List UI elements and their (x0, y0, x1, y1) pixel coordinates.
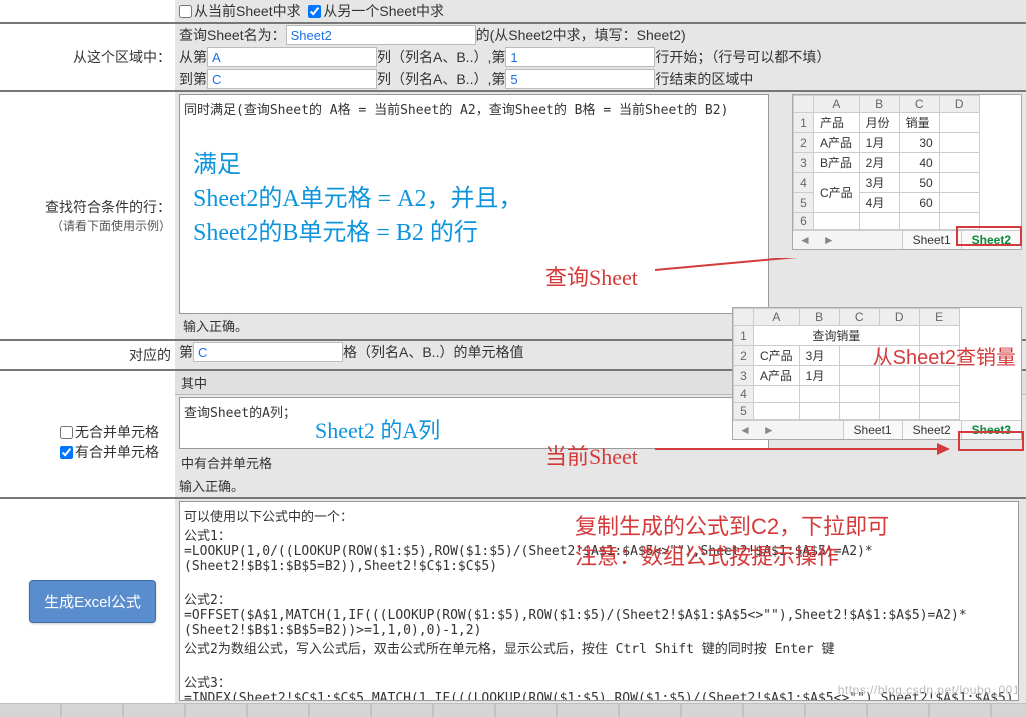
merge-midlabel: 中有合并单元格 (175, 451, 1026, 474)
cb-other-sheet[interactable] (308, 5, 321, 18)
cb-no-merge[interactable] (60, 426, 73, 439)
merge-status: 输入正确。 (175, 474, 1026, 497)
from-row-input[interactable] (505, 47, 655, 67)
tab-sheet1[interactable]: Sheet1 (902, 231, 961, 249)
watermark-text: https://blog.csdn.net/loubo_001 (838, 683, 1020, 697)
row-end-hint: 行结束的区域中 (655, 69, 753, 89)
generate-formula-button[interactable]: 生成Excel公式 (29, 580, 156, 623)
col-hint-2: 列（列名A、B..）,第 (377, 69, 505, 89)
query-sheet-label: 查询Sheet名为： (179, 25, 286, 45)
cb-no-merge-label: 无合并单元格 (75, 422, 159, 442)
mapping-label: 对应的 (129, 345, 171, 365)
cb-has-merge[interactable] (60, 446, 73, 459)
mapping-suffix: 格（列名A、B..）的单元格值 (343, 342, 523, 362)
cb-current-sheet-label: 从当前Sheet中求 (194, 1, 301, 21)
tab2-sheet3[interactable]: Sheet3 (961, 421, 1021, 439)
tab2-sheet2[interactable]: Sheet2 (902, 421, 961, 439)
query-sheet-suffix: 的(从Sheet2中求，填写：Sheet2) (476, 25, 686, 45)
to-label: 到第 (179, 69, 207, 89)
col-hint-1: 列（列名A、B..）,第 (377, 47, 505, 67)
row-start-hint: 行开始；（行号可以都不填） (655, 47, 830, 67)
cb-other-sheet-label: 从另一个Sheet中求 (323, 1, 444, 21)
cb-current-sheet[interactable] (179, 5, 192, 18)
mini-sheet-query: ABCD 1产品月份销量 2A产品1月30 3B产品2月40 4C产品3月50 … (792, 94, 1022, 250)
tab-sheet2[interactable]: Sheet2 (961, 231, 1021, 249)
from-label: 从第 (179, 47, 207, 67)
nav-left-icon[interactable]: ◄ (793, 233, 817, 247)
condition-hint: （请看下面使用示例） (51, 217, 171, 234)
tab2-sheet1[interactable]: Sheet1 (843, 421, 902, 439)
to-col-input[interactable] (207, 69, 377, 89)
mapping-col-input[interactable] (193, 342, 343, 362)
formula-output[interactable] (179, 501, 1019, 701)
from-col-input[interactable] (207, 47, 377, 67)
mini-sheet-current: ABCDE 1查询销量 2C产品3月 3A产品1月 4 5 ◄ ► Sheet1… (732, 307, 1022, 440)
to-row-input[interactable] (505, 69, 655, 89)
region-label: 从这个区域中： (73, 47, 171, 67)
query-sheet-input[interactable] (286, 25, 476, 45)
nav-right-icon[interactable]: ► (817, 233, 841, 247)
merge-textarea[interactable] (179, 397, 769, 449)
nav-right-icon-2[interactable]: ► (757, 423, 781, 437)
condition-textarea[interactable] (179, 94, 769, 314)
condition-label: 查找符合条件的行： (45, 197, 171, 217)
nav-left-icon-2[interactable]: ◄ (733, 423, 757, 437)
mapping-prefix: 第 (179, 342, 193, 362)
cb-has-merge-label: 有合并单元格 (75, 442, 159, 462)
